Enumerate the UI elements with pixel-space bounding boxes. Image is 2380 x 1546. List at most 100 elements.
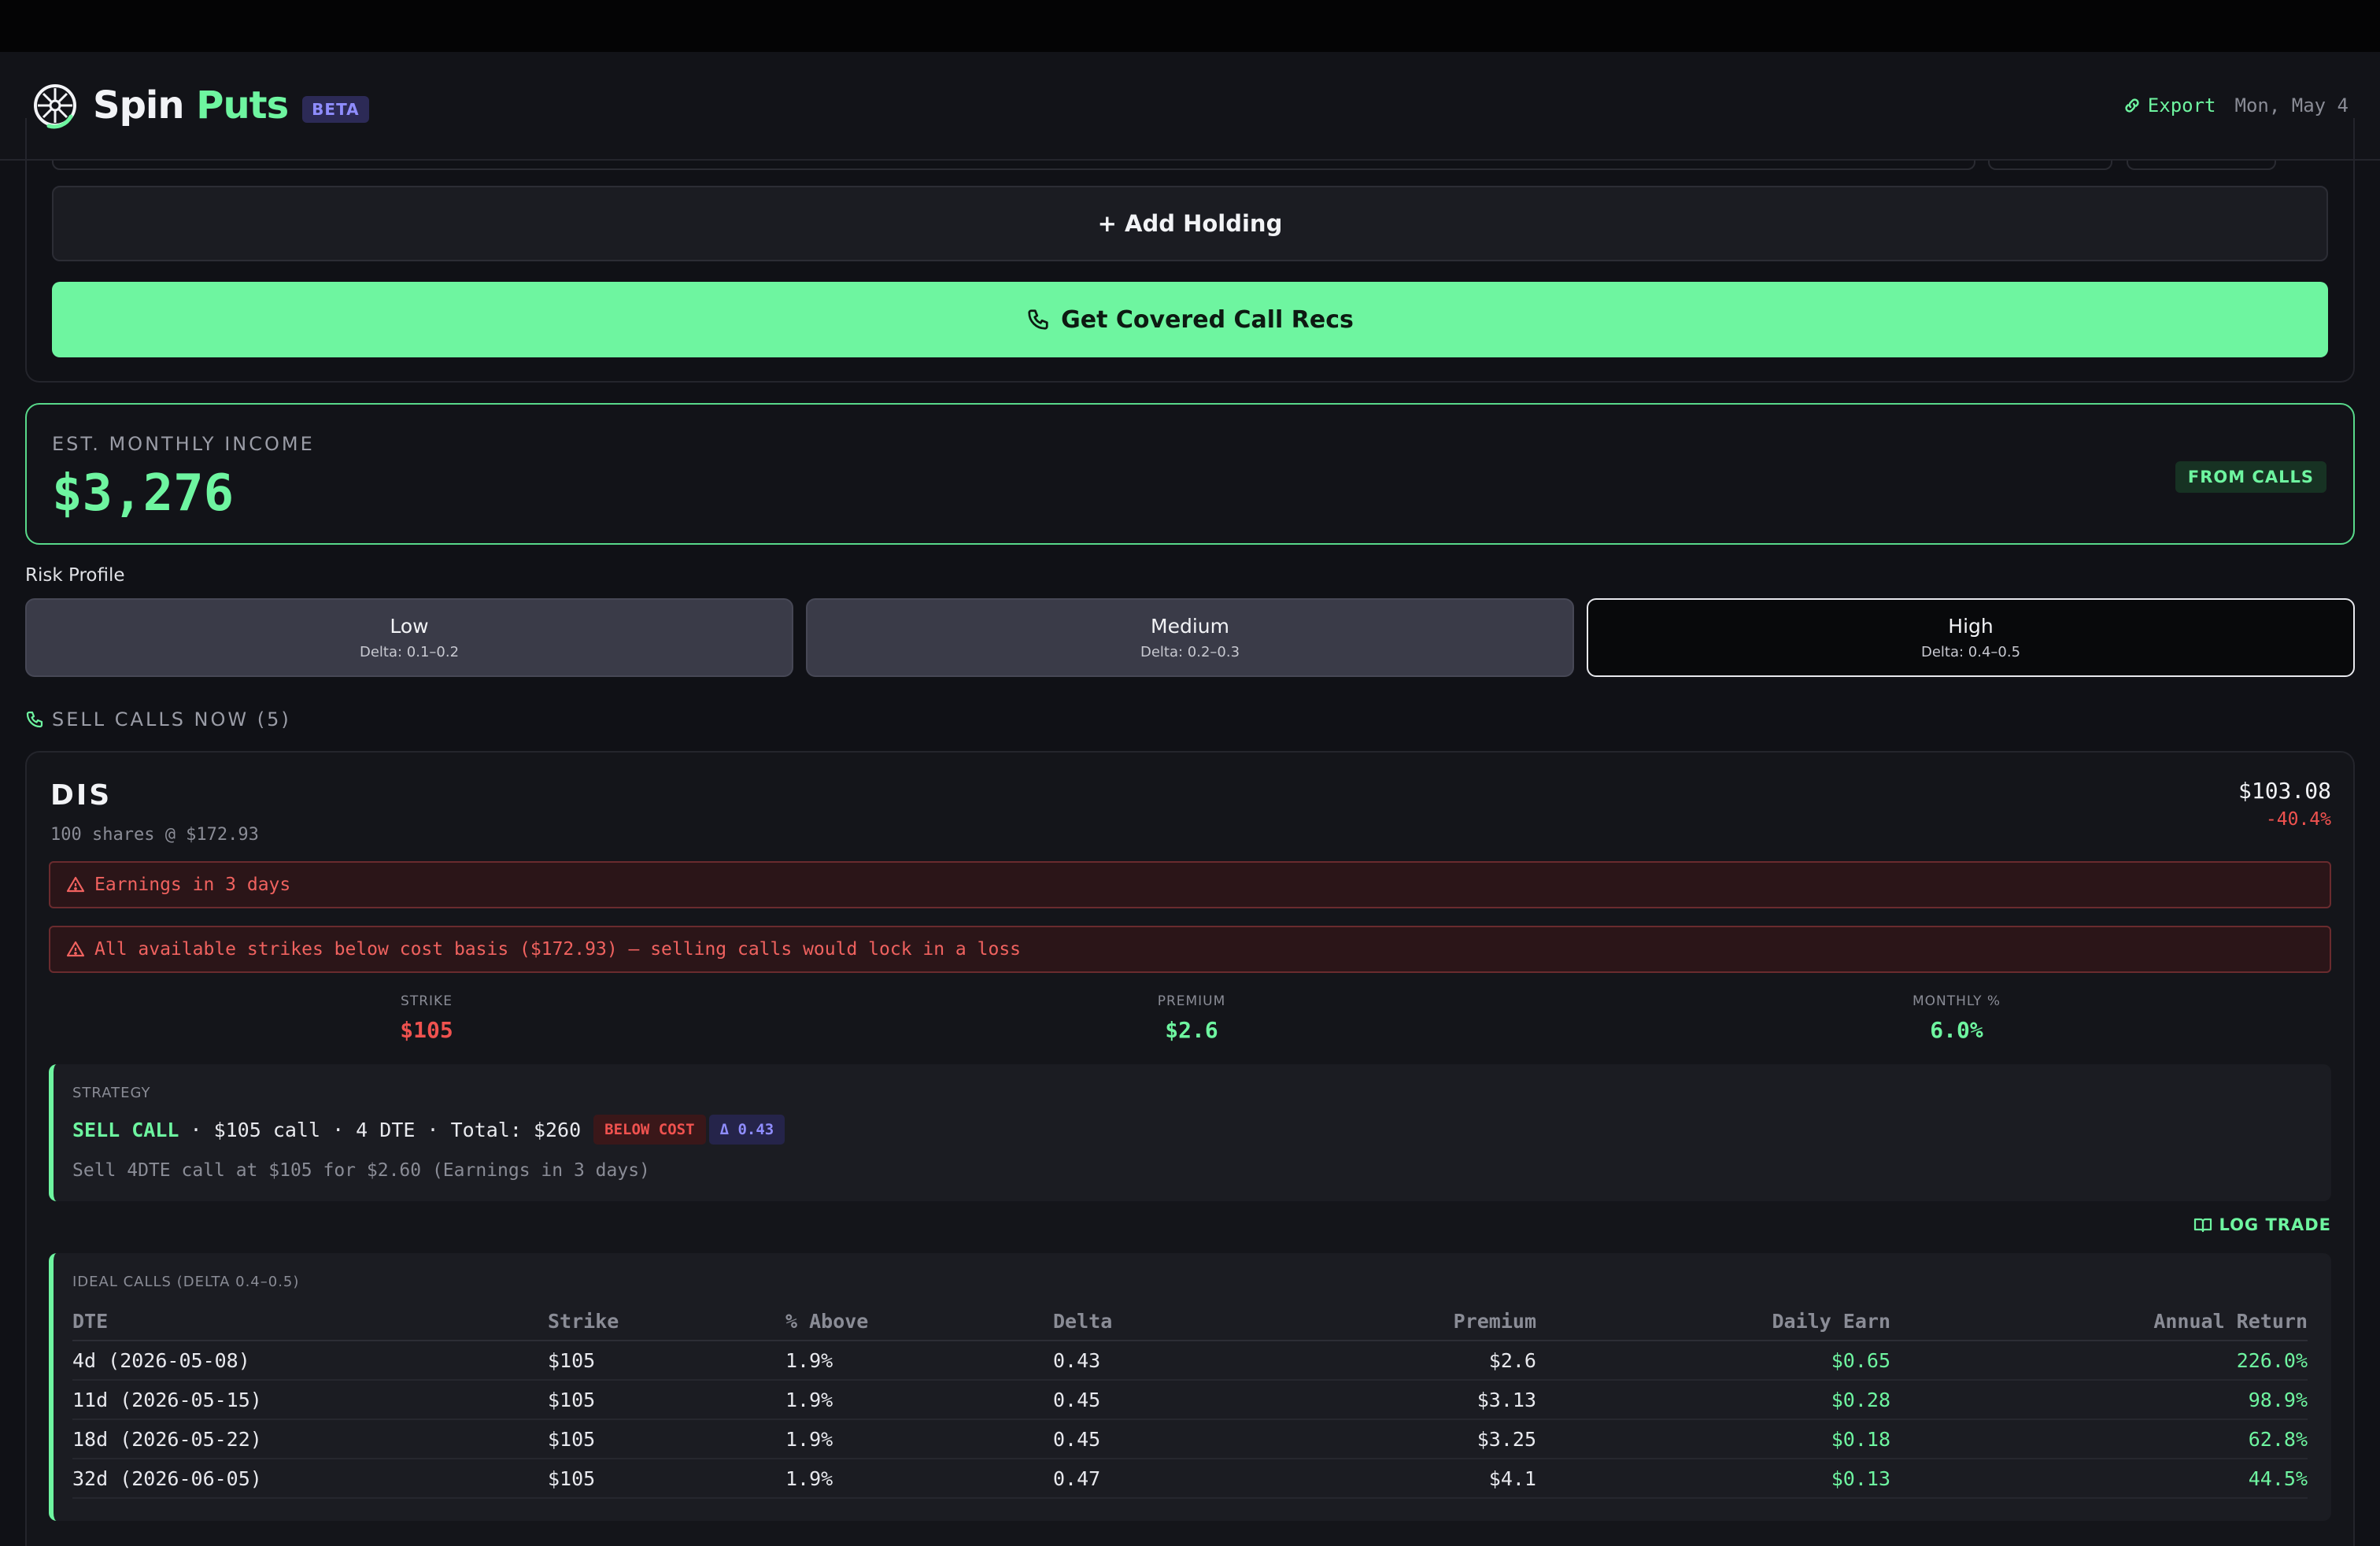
warning-icon [66, 876, 85, 893]
metric-label: STRIKE [401, 993, 453, 1009]
strategy-action: SELL CALL [72, 1118, 179, 1141]
cell-delta: 0.45 [1053, 1380, 1226, 1420]
cell-premium: $4.1 [1226, 1459, 1536, 1499]
metric-value: $2.6 [1165, 1017, 1218, 1043]
stock-card-dis: DIS 100 shares @ $172.93 $103.08 -40.4% … [25, 751, 2355, 1546]
log-trade-label: LOG TRADE [2219, 1215, 2331, 1234]
ideal-calls-table: DTE Strike % Above Delta Premium Daily E… [72, 1302, 2308, 1499]
cell-premium: $3.25 [1226, 1419, 1536, 1459]
strategy-description: Sell 4DTE call at $105 for $2.60 (Earnin… [72, 1160, 650, 1181]
log-trade-button[interactable]: LOG TRADE [2193, 1215, 2331, 1234]
risk-option-title: Medium [1151, 615, 1229, 638]
warning-text: Earnings in 3 days [94, 875, 291, 895]
cell-strike: $105 [548, 1341, 785, 1381]
table-row[interactable]: 32d (2026-06-05) $105 1.9% 0.47 $4.1 $0.… [72, 1459, 2308, 1499]
strategy-label: STRATEGY [72, 1085, 151, 1101]
stock-price: $103.08 [2238, 778, 2331, 804]
risk-option-delta: Delta: 0.4–0.5 [1920, 644, 2021, 660]
delta-tag: Δ 0.43 [708, 1115, 785, 1145]
column-header: Delta [1053, 1302, 1226, 1341]
risk-option-delta: Delta: 0.1–0.2 [359, 644, 460, 660]
from-calls-badge: FROM CALLS [2175, 461, 2326, 493]
strategy-detail: · $105 call · 4 DTE · Total: $260 [190, 1118, 582, 1141]
recs-label: Get Covered Call Recs [1061, 305, 1354, 334]
cell-premium: $2.6 [1226, 1341, 1536, 1381]
metric-monthly-percent: MONTHLY % 6.0% [1799, 993, 2114, 1043]
cell-annual-return: 98.9% [1890, 1380, 2308, 1420]
table-row[interactable]: 11d (2026-05-15) $105 1.9% 0.45 $3.13 $0… [72, 1380, 2308, 1420]
metric-label: PREMIUM [1157, 993, 1226, 1009]
cell-delta: 0.45 [1053, 1419, 1226, 1459]
stock-shares: 100 shares @ $172.93 [50, 825, 259, 845]
metric-value: $105 [400, 1017, 453, 1043]
cell-daily-earn: $0.13 [1536, 1459, 1890, 1499]
cell-delta: 0.47 [1053, 1459, 1226, 1499]
cell-annual-return: 226.0% [1890, 1341, 2308, 1381]
cell-above: 1.9% [785, 1419, 1053, 1459]
metric-premium: PREMIUM $2.6 [1034, 993, 1349, 1043]
sell-calls-header: SELL CALLS NOW (5) [25, 708, 291, 730]
cell-dte: 11d (2026-05-15) [72, 1380, 548, 1420]
cell-delta: 0.43 [1053, 1341, 1226, 1381]
income-value: $3,276 [52, 464, 235, 523]
stock-change: -40.4% [2265, 809, 2331, 830]
risk-option-medium[interactable]: Medium Delta: 0.2–0.3 [806, 598, 1574, 677]
column-header: Premium [1226, 1302, 1536, 1341]
warning-icon [66, 941, 85, 957]
holding-input-edge [2127, 161, 2276, 170]
phone-icon [26, 711, 43, 728]
risk-option-delta: Delta: 0.2–0.3 [1140, 644, 1240, 660]
income-label: EST. MONTHLY INCOME [52, 433, 315, 455]
header-date: Mon, May 4 [2234, 94, 2349, 117]
holding-input-edge [52, 161, 1975, 170]
ideal-calls-panel: IDEAL CALLS (DELTA 0.4–0.5) DTE Strike %… [49, 1253, 2331, 1521]
cell-above: 1.9% [785, 1380, 1053, 1420]
cost-basis-warning: All available strikes below cost basis (… [49, 926, 2331, 973]
book-icon [2194, 1218, 2212, 1233]
export-button[interactable]: Export [2123, 94, 2216, 117]
cell-annual-return: 44.5% [1890, 1459, 2308, 1499]
column-header: Annual Return [1890, 1302, 2308, 1341]
cell-dte: 18d (2026-05-22) [72, 1419, 548, 1459]
link-icon [2125, 98, 2139, 113]
column-header: Strike [548, 1302, 785, 1341]
table-row[interactable]: 18d (2026-05-22) $105 1.9% 0.45 $3.25 $0… [72, 1419, 2308, 1459]
cell-dte: 4d (2026-05-08) [72, 1341, 548, 1381]
metric-label: MONTHLY % [1912, 993, 2001, 1009]
cell-premium: $3.13 [1226, 1380, 1536, 1420]
cell-strike: $105 [548, 1459, 785, 1499]
cell-above: 1.9% [785, 1459, 1053, 1499]
column-header: Daily Earn [1536, 1302, 1890, 1341]
get-covered-call-recs-button[interactable]: Get Covered Call Recs [52, 282, 2328, 357]
cell-above: 1.9% [785, 1341, 1053, 1381]
earnings-warning: Earnings in 3 days [49, 861, 2331, 908]
table-header-row: DTE Strike % Above Delta Premium Daily E… [72, 1302, 2308, 1341]
strategy-line: SELL CALL · $105 call · 4 DTE · Total: $… [72, 1115, 785, 1145]
strategy-panel: STRATEGY SELL CALL · $105 call · 4 DTE ·… [49, 1064, 2331, 1201]
risk-option-title: Low [390, 615, 429, 638]
export-label: Export [2147, 94, 2216, 117]
risk-option-title: High [1948, 615, 1994, 638]
sell-calls-title: SELL CALLS NOW (5) [52, 708, 291, 730]
warning-text: All available strikes below cost basis (… [94, 939, 1022, 960]
risk-profile-label: Risk Profile [25, 565, 125, 586]
phone-icon [1028, 309, 1048, 330]
window-top-bar [0, 0, 2380, 52]
cell-dte: 32d (2026-06-05) [72, 1459, 548, 1499]
metric-value: 6.0% [1930, 1017, 1983, 1043]
table-row[interactable]: 4d (2026-05-08) $105 1.9% 0.43 $2.6 $0.6… [72, 1341, 2308, 1381]
cell-daily-earn: $0.18 [1536, 1419, 1890, 1459]
cell-annual-return: 62.8% [1890, 1419, 2308, 1459]
cell-strike: $105 [548, 1380, 785, 1420]
ideal-calls-label: IDEAL CALLS (DELTA 0.4–0.5) [72, 1274, 300, 1290]
risk-option-low[interactable]: Low Delta: 0.1–0.2 [25, 598, 793, 677]
risk-option-high[interactable]: High Delta: 0.4–0.5 [1587, 598, 2355, 677]
add-holding-button[interactable]: + Add Holding [52, 186, 2328, 261]
column-header: DTE [72, 1302, 548, 1341]
holding-input-edge [1988, 161, 2112, 170]
column-header: % Above [785, 1302, 1053, 1341]
below-cost-tag: BELOW COST [593, 1115, 706, 1145]
cell-daily-earn: $0.65 [1536, 1341, 1890, 1381]
cell-daily-earn: $0.28 [1536, 1380, 1890, 1420]
stock-ticker: DIS [50, 779, 113, 812]
